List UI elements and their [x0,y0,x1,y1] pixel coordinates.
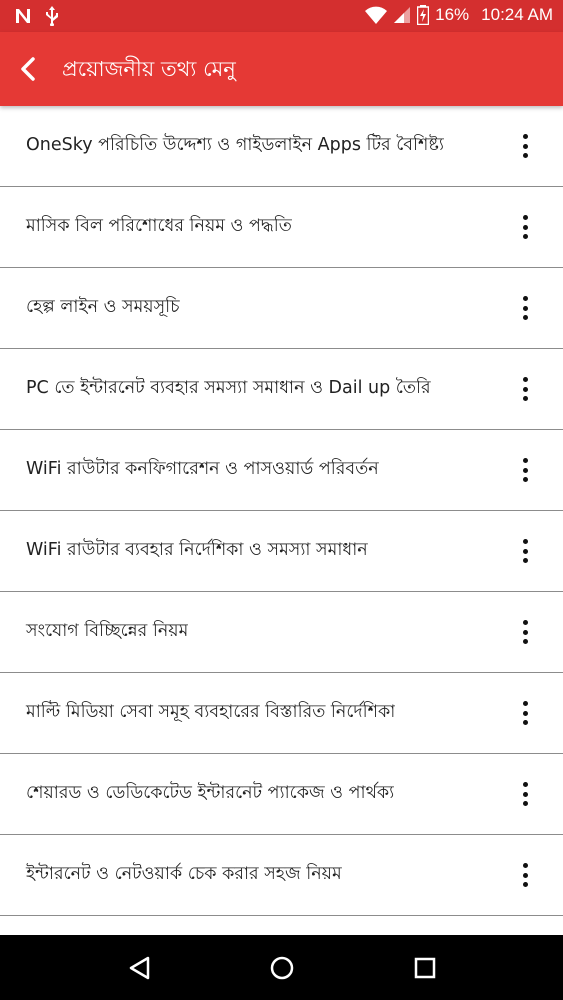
list-item-label: শেয়ারড ও ডেডিকেটেড ইন্টারনেট প্যাকেজ ও … [26,782,395,803]
list-item-label: মাল্টি মিডিয়া সেবা সমূহ ব্যবহারের বিস্ত… [26,701,396,722]
status-bar: 16% 10:24 AM [0,0,563,32]
list-item-label: মাসিক বিল পরিশোধের নিয়ম ও পদ্ধতি [26,215,292,236]
more-vert-icon[interactable] [513,377,537,401]
more-vert-icon[interactable] [513,782,537,806]
list-item[interactable]: OneSky পরিচিতি উদ্দেশ্য ও গাইডলাইন Apps … [0,106,563,187]
nav-recents-icon[interactable] [410,953,440,983]
more-vert-icon[interactable] [513,215,537,239]
navigation-bar [0,935,563,1000]
list-item[interactable]: WiFi রাউটার কনফিগারেশন ও পাসওয়ার্ড পরিব… [0,430,563,511]
list-item[interactable]: WiFi রাউটার ব্যবহার নির্দেশিকা ও সমস্যা … [0,511,563,592]
list-item-label: WiFi রাউটার কনফিগারেশন ও পাসওয়ার্ড পরিব… [26,458,379,479]
list-item[interactable]: PC তে ইন্টারনেট ব্যবহার সমস্যা সমাধান ও … [0,349,563,430]
page-title: প্রয়োজনীয় তথ্য মেনু [62,57,236,81]
wifi-icon [365,6,388,24]
n-notification-icon [16,9,30,23]
list-item[interactable]: সংযোগ বিচ্ছিন্নের নিয়ম [0,592,563,673]
clock: 10:24 AM [481,5,553,24]
usb-icon [46,6,58,26]
more-vert-icon[interactable] [513,863,537,887]
more-vert-icon[interactable] [513,296,537,320]
app-bar: প্রয়োজনীয় তথ্য মেনু [0,32,563,106]
menu-list: OneSky পরিচিতি উদ্দেশ্য ও গাইডলাইন Apps … [0,106,563,916]
back-button[interactable] [14,54,44,84]
more-vert-icon[interactable] [513,701,537,725]
list-item-label: WiFi রাউটার ব্যবহার নির্দেশিকা ও সমস্যা … [26,539,368,560]
list-item[interactable]: মাসিক বিল পরিশোধের নিয়ম ও পদ্ধতি [0,187,563,268]
status-notifications [14,6,60,26]
list-item[interactable]: হেল্প লাইন ও সময়সূচি [0,268,563,349]
list-item-label: ইন্টারনেট ও নেটওয়ার্ক চেক করার সহজ নিয়… [26,863,342,884]
list-item[interactable]: ইন্টারনেট ও নেটওয়ার্ক চেক করার সহজ নিয়… [0,835,563,916]
list-item-label: OneSky পরিচিতি উদ্দেশ্য ও গাইডলাইন Apps … [26,134,444,155]
more-vert-icon[interactable] [513,134,537,158]
list-item-label: PC তে ইন্টারনেট ব্যবহার সমস্যা সমাধান ও … [26,377,431,398]
back-arrow-icon [21,57,35,81]
status-system: 16% 10:24 AM [365,5,553,25]
nav-home-icon[interactable] [267,953,297,983]
battery-percent: 16% [435,5,470,24]
more-vert-icon[interactable] [513,620,537,644]
more-vert-icon[interactable] [513,539,537,563]
nav-back-icon[interactable] [125,953,155,983]
more-vert-icon[interactable] [513,458,537,482]
list-item[interactable]: শেয়ারড ও ডেডিকেটেড ইন্টারনেট প্যাকেজ ও … [0,754,563,835]
list-item-label: হেল্প লাইন ও সময়সূচি [26,296,180,317]
list-item[interactable]: মাল্টি মিডিয়া সেবা সমূহ ব্যবহারের বিস্ত… [0,673,563,754]
cell-signal-icon [394,7,411,23]
battery-icon [417,5,430,25]
list-item-label: সংযোগ বিচ্ছিন্নের নিয়ম [26,620,189,641]
